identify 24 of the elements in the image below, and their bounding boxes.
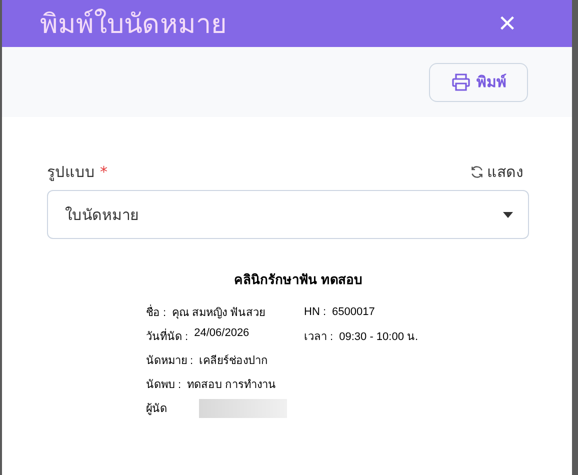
info-value: 24/06/2026	[194, 327, 250, 341]
close-button[interactable]: ×	[492, 8, 522, 38]
info-value: 6500017	[332, 306, 375, 318]
info-value: คุณ สมหญิง ฟันสวย	[172, 306, 266, 321]
signature-label: ผู้นัด	[146, 402, 167, 417]
info-label: เวลา :	[304, 330, 334, 345]
field-label: รูปแบบ	[47, 163, 95, 181]
refresh-link[interactable]: แสดง	[470, 160, 523, 184]
clinic-name: คลินิกรักษาฟัน ทดสอบ	[233, 271, 363, 289]
info-value: 09:30 - 10:00 น.	[339, 330, 418, 345]
caret-icon	[503, 212, 513, 218]
info-label: ชื่อ :	[146, 303, 166, 321]
printer-icon	[450, 72, 470, 92]
info-label: นัดพบ :	[146, 378, 182, 393]
info-value: เคลียร์ช่องปาก	[199, 354, 268, 369]
format-select[interactable]: ใบนัดหมาย	[47, 190, 529, 239]
print-button[interactable]: พิมพ์	[429, 62, 528, 102]
info-value: ทดสอบ การทำงาน	[187, 378, 276, 393]
info-label: นัดหมาย :	[146, 354, 194, 369]
info-label: HN :	[304, 306, 326, 318]
refresh-icon	[470, 165, 484, 179]
info-label: วันที่นัด :	[146, 327, 188, 345]
required-mark: *	[100, 163, 108, 181]
dialog-title: พิมพ์ใบนัดหมาย	[40, 8, 227, 41]
